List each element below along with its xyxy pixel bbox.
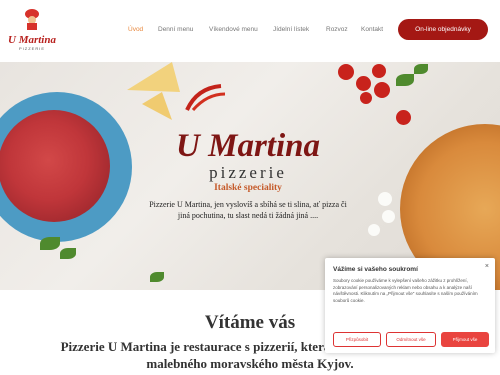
site-logo[interactable]: U Martina PIZZERIE	[6, 8, 58, 52]
tomato-image	[338, 64, 354, 80]
carpaccio-image	[0, 110, 110, 222]
basil-leaf-image	[150, 272, 164, 282]
logo-brand-text: U Martina	[8, 34, 56, 46]
hero-banner: U Martina pizzerie Italské speciality Pi…	[0, 62, 500, 290]
tomato-image	[396, 110, 411, 125]
hero-subtitle: pizzerie	[209, 163, 287, 182]
nav-item-home[interactable]: Úvod	[128, 26, 143, 33]
reject-all-button[interactable]: Odmítnout vše	[386, 332, 436, 347]
tomato-image	[374, 82, 390, 98]
chef-logo-icon	[25, 9, 39, 30]
basil-leaf-image	[396, 74, 414, 86]
cookie-consent-dialog: Vážíme si vašeho soukromí × Soubory cook…	[325, 258, 495, 353]
hero-tagline: Italské speciality	[214, 183, 282, 193]
basil-leaf-image	[60, 248, 76, 259]
customize-button[interactable]: Přizpůsobit	[333, 332, 381, 347]
mozzarella-image	[378, 192, 392, 206]
logo-sub-text: PIZZERIE	[18, 46, 45, 51]
chili-pepper-image	[185, 84, 226, 112]
basil-leaf-image	[40, 237, 60, 250]
hero-title: U Martina	[176, 128, 320, 164]
nav-item-weekend-menu[interactable]: Víkendové menu	[209, 26, 258, 33]
tomato-image	[356, 76, 371, 91]
nav-item-contact[interactable]: Kontakt	[361, 26, 383, 33]
mozzarella-image	[382, 210, 395, 223]
tomato-image	[360, 92, 372, 104]
online-order-button[interactable]: On-line objednávky	[398, 19, 488, 40]
intro-line-2: malebného moravského města Kyjov.	[146, 356, 354, 371]
accept-all-button[interactable]: Přijmout vše	[441, 332, 489, 347]
tomato-image	[372, 64, 386, 78]
site-header: U Martina PIZZERIE Úvod Denní menu Víken…	[0, 0, 500, 62]
nav-item-delivery[interactable]: Rozvoz	[326, 26, 348, 33]
basil-leaf-image	[414, 64, 428, 74]
close-icon[interactable]: ×	[485, 263, 489, 270]
carpaccio-plate-image	[0, 92, 132, 242]
cheese-image	[127, 62, 180, 120]
cookie-text: Soubory cookie používáme k vylepšení vaš…	[333, 278, 478, 303]
nav-item-menu-card[interactable]: Jídelní lístek	[273, 26, 309, 33]
mozzarella-image	[368, 224, 380, 236]
hero-text: Pizzerie U Martina, jen vyslovíš a sbíhá…	[149, 200, 347, 220]
nav-item-daily-menu[interactable]: Denní menu	[158, 26, 193, 33]
cookie-title: Vážíme si vašeho soukromí	[333, 266, 418, 273]
